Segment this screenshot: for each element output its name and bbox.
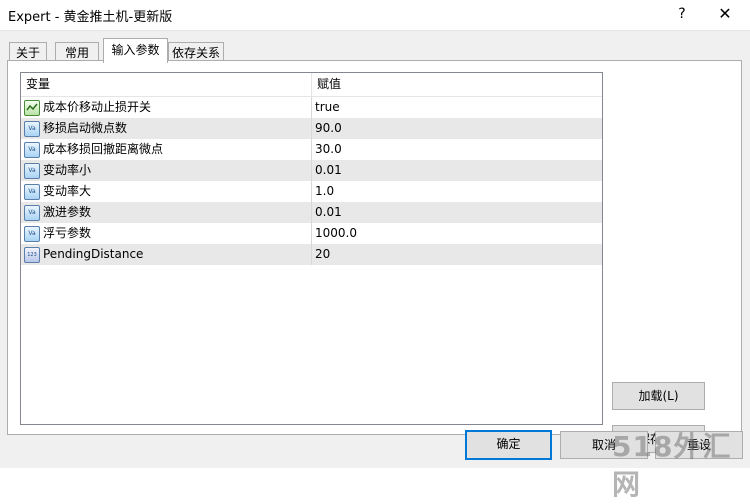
bool-icon (24, 100, 40, 116)
double-icon: Va (24, 121, 40, 137)
table-row[interactable]: Va 成本移损回撤距离微点 30.0 (21, 139, 602, 160)
table-body: 成本价移动止损开关 true Va 移损启动微点数 90.0 Va 成本移损回撤… (21, 97, 602, 265)
double-icon: Va (24, 184, 40, 200)
help-button[interactable]: ? (672, 3, 692, 25)
dialog-body: 关于 常用 输入参数 依存关系 变量 赋值 成本价移动止损开关 true Va … (0, 31, 750, 468)
integer-icon: 123 (24, 247, 40, 263)
parameter-name: 变动率大 (43, 184, 92, 198)
parameter-value[interactable]: 30.0 (315, 139, 342, 160)
parameter-value[interactable]: 1.0 (315, 181, 334, 202)
parameter-value[interactable]: 0.01 (315, 202, 342, 223)
ok-button[interactable]: 确定 (465, 430, 552, 460)
parameter-value[interactable]: 20 (315, 244, 330, 265)
double-icon: Va (24, 205, 40, 221)
parameter-name: 激进参数 (43, 205, 92, 219)
parameter-value[interactable]: 0.01 (315, 160, 342, 181)
parameter-value[interactable]: 1000.0 (315, 223, 357, 244)
window-title: Expert - 黄金推土机-更新版 (8, 10, 173, 25)
table-row[interactable]: Va 变动率大 1.0 (21, 181, 602, 202)
table-row[interactable]: Va 变动率小 0.01 (21, 160, 602, 181)
double-icon: Va (24, 163, 40, 179)
table-row[interactable]: 成本价移动止损开关 true (21, 97, 602, 118)
close-button[interactable]: ✕ (712, 3, 738, 25)
site-watermark: 518外汇网 (612, 430, 732, 501)
parameter-value[interactable]: 90.0 (315, 118, 342, 139)
column-header-value[interactable]: 赋值 (312, 73, 601, 96)
parameter-name: PendingDistance (43, 247, 144, 261)
parameter-name: 成本移损回撤距离微点 (43, 142, 164, 156)
parameters-table[interactable]: 变量 赋值 成本价移动止损开关 true Va 移损启动微点数 90.0 Va … (20, 72, 603, 425)
parameter-name: 成本价移动止损开关 (43, 100, 152, 114)
table-row[interactable]: 123 PendingDistance 20 (21, 244, 602, 265)
load-button[interactable]: 加载(L) (612, 382, 705, 410)
column-header-variable[interactable]: 变量 (21, 73, 311, 96)
table-row[interactable]: Va 浮亏参数 1000.0 (21, 223, 602, 244)
parameter-name: 浮亏参数 (43, 226, 92, 240)
table-row[interactable]: Va 移损启动微点数 90.0 (21, 118, 602, 139)
parameter-value[interactable]: true (315, 97, 340, 118)
tab-inputs[interactable]: 输入参数 (103, 38, 168, 63)
double-icon: Va (24, 142, 40, 158)
parameter-name: 移损启动微点数 (43, 121, 128, 135)
table-header: 变量 赋值 (21, 73, 602, 97)
double-icon: Va (24, 226, 40, 242)
inputs-panel: 变量 赋值 成本价移动止损开关 true Va 移损启动微点数 90.0 Va … (7, 60, 742, 453)
table-row[interactable]: Va 激进参数 0.01 (21, 202, 602, 223)
title-bar: Expert - 黄金推土机-更新版 ? ✕ (0, 0, 750, 31)
parameter-name: 变动率小 (43, 163, 92, 177)
